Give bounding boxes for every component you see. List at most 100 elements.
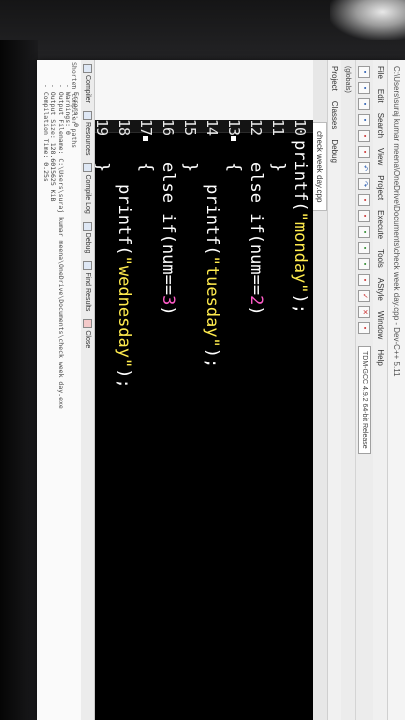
screen-glare — [330, 0, 405, 40]
code-token: { — [224, 162, 244, 173]
line-number: 14 — [203, 120, 221, 136]
code-line[interactable]: 14 printf("tuesday"); — [201, 120, 223, 720]
side-panel-tabs: Project Classes Debug — [327, 60, 341, 720]
menu-item-execute[interactable]: Execute — [373, 210, 387, 239]
resources-icon — [83, 111, 92, 121]
debug-toolbar-icon[interactable]: ▪ — [358, 322, 371, 334]
run-icon[interactable]: ▪ — [358, 242, 371, 254]
photo-background-left — [0, 40, 38, 720]
string-literal: "tuesday" — [202, 255, 222, 348]
bottom-tab-label: Find Results — [84, 272, 92, 312]
code-line[interactable]: 17 { — [135, 120, 157, 720]
code-token: else if(num== — [158, 162, 178, 296]
compile-run-icon[interactable]: ▪ — [358, 258, 371, 270]
compiler-icon — [83, 64, 92, 73]
code-token: ); — [202, 347, 222, 369]
tab-classes[interactable]: Classes — [328, 101, 341, 129]
main-toolbar: ▪ ▪ ▪ ▪ ▪ ▪ ↶ ↷ ▪ ▪ ▪ ▪ ▪ ▪ ✓ ✕ ▪ TDM-GC… — [355, 60, 373, 720]
code-line[interactable]: 16 else if(num==3) — [157, 120, 179, 720]
fold-marker-icon[interactable] — [143, 136, 148, 142]
bottom-tab-label: Resources — [84, 122, 92, 156]
editor-file-tab[interactable]: check week day.cpp — [312, 122, 327, 212]
code-line[interactable]: 10 printf("monday"); — [289, 120, 311, 720]
close-icon — [83, 319, 92, 329]
code-token: ); — [290, 293, 310, 315]
compile-log-icon — [83, 163, 92, 173]
globals-select[interactable]: (globals) — [345, 66, 352, 93]
code-token: printf( — [290, 140, 310, 212]
check-icon[interactable]: ✓ — [358, 290, 371, 302]
code-editor[interactable]: 10 printf("monday"); 11} 12 else if(num==2) 1… — [95, 120, 313, 720]
code-token: ) — [246, 305, 266, 316]
string-literal: "monday" — [290, 211, 310, 294]
code-text: printf("monday"); — [289, 140, 311, 314]
print-icon[interactable]: ▪ — [358, 146, 371, 158]
code-text: } — [179, 162, 201, 172]
tab-compiler[interactable]: Compiler — [81, 64, 94, 103]
line-number: 12 — [247, 120, 265, 136]
tab-project[interactable]: Project — [328, 66, 341, 91]
new-file-icon[interactable]: ▪ — [358, 66, 371, 78]
code-token: } — [268, 162, 288, 173]
menu-item-file[interactable]: File — [373, 66, 387, 79]
menu-item-tools[interactable]: Tools — [373, 249, 387, 268]
tab-compile-log[interactable]: Compile Log — [81, 163, 94, 214]
compile-log-line: - Warnings: 0 — [64, 84, 73, 135]
code-text: } — [95, 162, 113, 172]
project-panel — [95, 60, 313, 121]
code-line[interactable]: 11} — [267, 120, 289, 720]
menu-item-window[interactable]: Window — [373, 311, 387, 339]
find-icon[interactable]: ▪ — [358, 194, 371, 206]
code-text: printf("tuesday"); — [201, 184, 223, 368]
menu-item-project[interactable]: Project — [373, 175, 387, 200]
tab-debug[interactable]: Debug — [328, 139, 341, 163]
replace-icon[interactable]: ▪ — [358, 210, 371, 222]
code-line[interactable]: 13 { — [223, 120, 245, 720]
code-token: } — [95, 162, 112, 172]
code-text: else if(num==2) — [245, 162, 267, 316]
menu-item-search[interactable]: Search — [373, 113, 387, 138]
menu-item-astyle[interactable]: AStyle — [373, 278, 387, 301]
code-text: { — [223, 162, 245, 172]
compiler-select[interactable]: TDM-GCC 4.9.2 64-bit Release — [358, 346, 371, 454]
stop-icon[interactable]: ✕ — [358, 306, 371, 318]
tab-find-results[interactable]: Find Results — [81, 261, 94, 311]
line-number: 19 — [95, 120, 111, 136]
line-number: 11 — [269, 120, 287, 136]
code-line[interactable]: 15} — [179, 120, 201, 720]
code-token: { — [136, 162, 156, 173]
compile-log-line: - Compilation Time: 0.25s — [41, 84, 50, 182]
string-literal: "wednesday" — [114, 255, 134, 369]
compile-icon[interactable]: ▪ — [358, 226, 371, 238]
line-number: 16 — [159, 120, 177, 136]
debug-icon — [83, 221, 92, 231]
devcpp-window: C:\Users\suraj kumar meena\OneDrive\Docu… — [37, 60, 405, 720]
tab-close[interactable]: Close — [81, 319, 94, 348]
shorten-paths-label: Shorten compiler paths — [70, 62, 78, 149]
bottom-tab-label: Compiler — [84, 75, 92, 104]
line-number: 15 — [181, 120, 199, 136]
line-number: 17 — [135, 120, 157, 142]
close-file-icon[interactable]: ▪ — [358, 130, 371, 142]
menu-item-edit[interactable]: Edit — [373, 89, 387, 103]
code-line[interactable]: 12 else if(num==2) — [245, 120, 267, 720]
secondary-toolbar: (globals) — [341, 60, 355, 720]
find-results-icon — [83, 261, 92, 271]
menu-item-help[interactable]: Help — [373, 349, 387, 365]
code-line[interactable]: 19} — [95, 120, 113, 720]
menu-bar: File Edit Search View Project Execute Tools ASt… — [373, 60, 387, 720]
save-all-icon[interactable]: ▪ — [358, 114, 371, 126]
save-icon[interactable]: ▪ — [358, 98, 371, 110]
redo-icon[interactable]: ↷ — [358, 178, 371, 190]
fold-marker-icon[interactable] — [231, 136, 236, 142]
menu-item-view[interactable]: View — [373, 148, 387, 165]
compile-log-line: - Errors: 0 — [72, 84, 80, 128]
code-line[interactable]: 18 printf("wednesday"); — [113, 120, 135, 720]
bottom-tab-label: Compile Log — [84, 174, 92, 214]
undo-icon[interactable]: ↶ — [358, 162, 371, 174]
window-title: C:\Users\suraj kumar meena\OneDrive\Docu… — [387, 60, 405, 720]
rebuild-icon[interactable]: ▪ — [358, 274, 371, 286]
tab-debug[interactable]: Debug — [81, 221, 94, 253]
open-file-icon[interactable]: ▪ — [358, 82, 371, 94]
tab-resources[interactable]: Resources — [81, 111, 94, 155]
